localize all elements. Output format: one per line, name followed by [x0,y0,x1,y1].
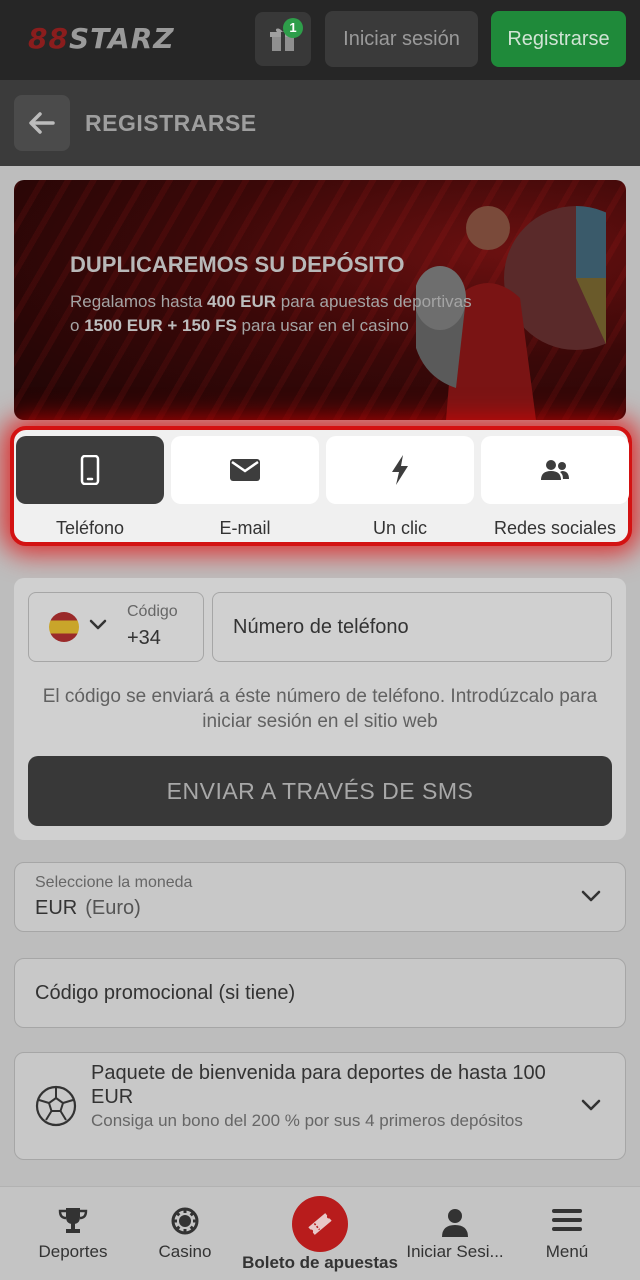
bonus-subtitle: Consiga un bono del 200 % por sus 4 prim… [91,1111,523,1130]
send-sms-button[interactable]: ENVIAR A TRAVÉS DE SMS [28,756,612,826]
banner-text: o [70,316,85,335]
chevron-down-icon [89,619,107,630]
tab-one-click[interactable] [326,436,474,504]
page-title: REGISTRARSE [85,110,257,136]
currency-name: (Euro) [85,897,141,919]
tab-phone[interactable] [16,436,164,504]
logo-text: STARZ [68,22,175,55]
betslip-label[interactable]: Boleto de apuestas [230,1253,410,1273]
users-icon [541,460,569,480]
currency-select[interactable]: Seleccione la moneda EUR (Euro) [14,862,626,932]
nav-menu[interactable]: Menú [507,1187,627,1280]
tab-social[interactable] [481,436,629,504]
envelope-icon [230,459,260,481]
nav-menu-label: Menú [545,1242,589,1261]
tab-social-label[interactable]: Redes sociales [481,518,629,539]
country-code-value: +34 [127,627,161,649]
currency-code: EUR [35,897,78,919]
country-code-selector[interactable]: Código +34 [28,592,204,662]
sms-hint-text: El código se enviará a éste número de te… [42,686,598,732]
banner-amount: 400 EUR [207,292,277,311]
promo-banner[interactable]: DUPLICAREMOS SU DEPÓSITO Regalamos hasta… [14,180,626,420]
back-button[interactable] [14,95,70,151]
trophy-icon [58,1208,88,1233]
phone-registration-form: Código +34 El código se enviará a éste n… [14,578,626,840]
logo-mark: 88 [28,22,69,55]
nav-casino-label: Casino [158,1242,212,1261]
promo-code-input[interactable] [15,959,625,1027]
spain-flag-icon [49,612,79,642]
betslip-button[interactable] [292,1196,348,1252]
casino-chip-icon [171,1207,199,1235]
banner-text: para usar en el casino [236,316,409,335]
user-icon [442,1209,468,1237]
banner-line-2: o 1500 EUR + 150 FS para usar en el casi… [70,316,409,336]
banner-line-1: Regalamos hasta 400 EUR para apuestas de… [70,292,472,312]
gift-count-badge: 1 [283,18,303,38]
lightning-icon [392,455,408,485]
page-title-bar: REGISTRARSE [0,80,640,166]
gift-button[interactable]: 1 [255,12,311,66]
soccer-ball-icon [35,1085,77,1127]
currency-value: EUR (Euro) [35,897,141,920]
banner-text: Regalamos hasta [70,292,208,311]
ticket-icon [308,1213,332,1235]
hamburger-menu-icon [552,1209,582,1231]
logo[interactable]: 88STARZ [28,22,175,55]
banner-amount: 1500 EUR + 150 FS [84,316,237,335]
nav-casino[interactable]: Casino [125,1187,245,1280]
banner-title: DUPLICAREMOS SU DEPÓSITO [70,252,405,277]
nav-sports-label: Deportes [38,1242,108,1261]
banner-text: para apuestas deportivas [276,292,472,311]
arrow-left-icon [29,112,55,134]
country-code-label: Código [127,603,178,620]
bonus-title: Paquete de bienvenida para deportes de h… [91,1062,546,1108]
tab-email[interactable] [171,436,319,504]
tab-one-click-label[interactable]: Un clic [326,518,474,539]
login-button[interactable]: Iniciar sesión [325,11,478,67]
promo-code-field[interactable] [14,958,626,1028]
chevron-down-icon [581,890,601,902]
bonus-select[interactable]: Paquete de bienvenida para deportes de h… [14,1052,626,1160]
currency-label: Seleccione la moneda [35,874,193,891]
nav-sports[interactable]: Deportes [13,1187,133,1280]
nav-login[interactable]: Iniciar Sesi... [395,1187,515,1280]
nav-login-label: Iniciar Sesi... [406,1242,504,1261]
top-header: 88STARZ 1 Iniciar sesión Registrarse [0,0,640,80]
phone-icon [80,455,100,485]
chevron-down-icon [581,1099,601,1111]
register-button[interactable]: Registrarse [491,11,626,67]
tab-email-label[interactable]: E-mail [171,518,319,539]
phone-number-input[interactable] [212,592,612,662]
registration-method-tabs: Teléfono E-mail Un clic Redes sociales [10,426,632,546]
tab-phone-label[interactable]: Teléfono [16,518,164,539]
